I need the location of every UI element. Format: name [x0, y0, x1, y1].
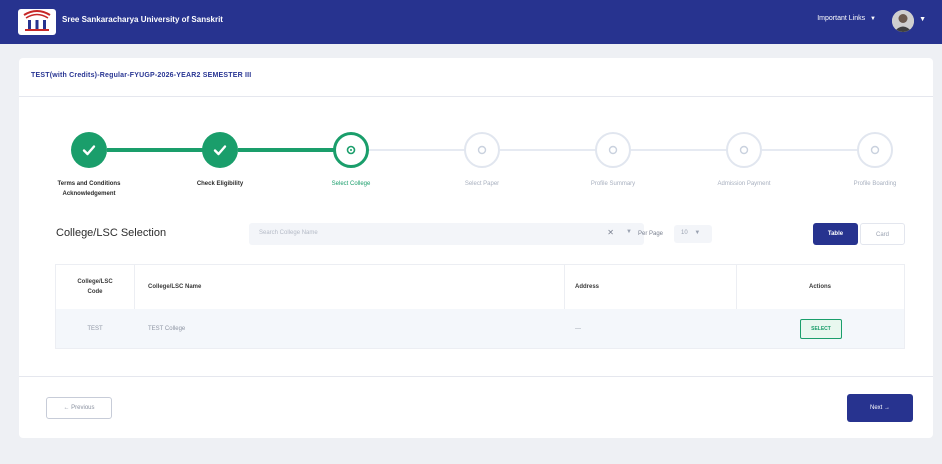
gear-icon — [739, 145, 749, 155]
column-header-name: College/LSC Name — [148, 284, 202, 290]
chevron-down-icon: ▼ — [919, 16, 926, 23]
step-summary-circle — [595, 132, 631, 168]
cell-code: TEST — [87, 325, 103, 332]
step-college-label: Select College — [331, 181, 371, 187]
user-menu[interactable]: ▼ — [892, 8, 928, 36]
view-toggle: Table Card — [813, 223, 905, 245]
step-eligibility-label: Check Eligibility — [196, 181, 244, 187]
per-page-value: 10 — [681, 230, 688, 236]
app-title: Sree Sankaracharya University of Sanskri… — [62, 15, 223, 24]
step-eligibility-circle — [202, 132, 238, 168]
important-links-label: Important Links — [817, 15, 866, 22]
previous-button[interactable]: ← Previous — [46, 397, 112, 419]
chevron-down-icon[interactable]: ▼ — [626, 229, 632, 235]
page-title: TEST(with Credits)-Regular-FYUGP-2026-YE… — [31, 72, 252, 79]
check-icon — [213, 145, 227, 156]
university-logo-icon[interactable] — [18, 9, 56, 35]
clear-icon[interactable]: ✕ — [607, 228, 614, 237]
column-divider — [134, 265, 135, 309]
college-table: College/LSC Code College/LSC Name Addres… — [55, 264, 905, 349]
column-header-actions: Actions — [808, 284, 831, 290]
table-header: College/LSC Code College/LSC Name Addres… — [56, 265, 904, 309]
progress-stepper: Terms and Conditions Acknowledgement Che… — [19, 128, 933, 208]
card-view-button[interactable]: Card — [860, 223, 905, 245]
step-payment-label: Admission Payment — [717, 181, 771, 187]
table-row[interactable]: TEST TEST College --- SELECT — [56, 309, 904, 348]
divider — [19, 96, 933, 97]
search-placeholder: Search College Name — [259, 230, 318, 236]
gear-icon — [477, 145, 487, 155]
step-college-circle — [333, 132, 369, 168]
user-avatar-icon — [892, 10, 914, 32]
column-header-code: College/LSC Code — [77, 279, 113, 295]
top-navbar: Sree Sankaracharya University of Sanskri… — [0, 0, 942, 44]
step-terms-label: Terms and Conditions Acknowledgement — [57, 181, 121, 197]
step-boarding-label: Profile Boarding — [853, 181, 897, 187]
gear-icon — [346, 145, 356, 155]
check-icon — [82, 145, 96, 156]
cell-name: TEST College — [148, 325, 186, 332]
column-divider — [564, 265, 565, 309]
per-page-select[interactable]: 10 ▼ — [674, 225, 712, 243]
step-paper-label: Select Paper — [464, 181, 500, 187]
chevron-down-icon: ▼ — [694, 230, 701, 236]
gear-icon — [870, 145, 880, 155]
column-header-address: Address — [575, 284, 600, 290]
main-card: TEST(with Credits)-Regular-FYUGP-2026-YE… — [19, 58, 933, 438]
college-search-input[interactable]: Search College Name ✕ ▼ — [249, 223, 644, 245]
step-summary-label: Profile Summary — [590, 181, 636, 187]
divider — [19, 376, 933, 377]
section-title: College/LSC Selection — [56, 227, 167, 239]
per-page-label: Per Page — [638, 231, 664, 237]
step-boarding-circle — [857, 132, 893, 168]
chevron-down-icon: ▼ — [870, 16, 876, 22]
cell-address: --- — [575, 325, 581, 332]
gear-icon — [608, 145, 618, 155]
select-college-button[interactable]: SELECT — [800, 319, 842, 339]
table-view-button[interactable]: Table — [813, 223, 858, 245]
next-button[interactable]: Next → — [847, 394, 913, 422]
important-links-menu[interactable]: Important Links ▼ — [817, 15, 876, 22]
step-payment-circle — [726, 132, 762, 168]
step-paper-circle — [464, 132, 500, 168]
step-terms-circle — [71, 132, 107, 168]
